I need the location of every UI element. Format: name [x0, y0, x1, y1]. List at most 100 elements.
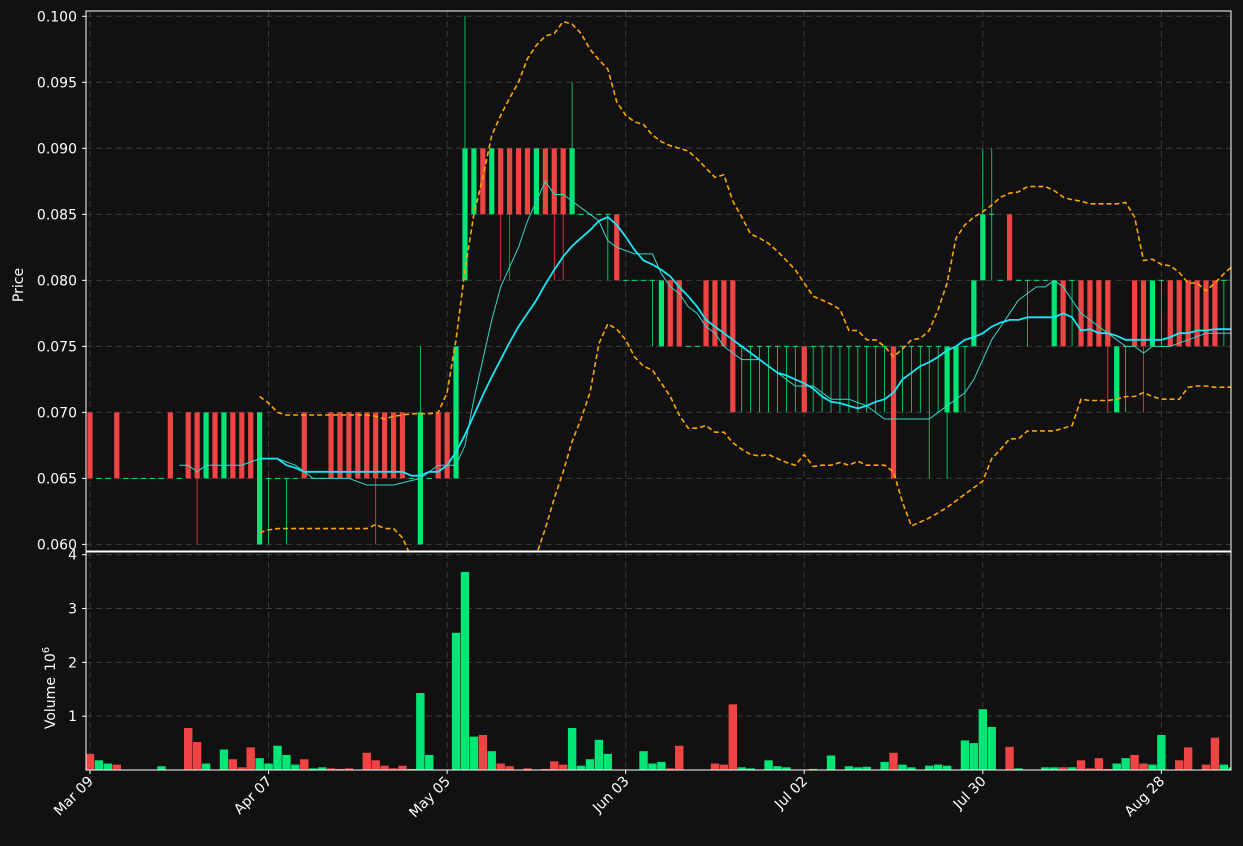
price-tick-label: 0.100 [37, 9, 77, 25]
candle-body [551, 148, 557, 215]
volume-bar [978, 709, 987, 770]
candle [230, 412, 236, 479]
candle-body [1105, 280, 1111, 347]
candle [167, 412, 173, 479]
candle [1212, 280, 1218, 347]
candle-body [1212, 280, 1218, 347]
candle-body [480, 148, 486, 215]
volume-bar [103, 763, 113, 770]
volume-bar [567, 728, 577, 770]
candle-body [560, 148, 566, 215]
candle [480, 148, 486, 215]
candle [1149, 280, 1156, 347]
candle-body [507, 148, 513, 215]
candle-body [524, 148, 531, 215]
candle-body [257, 412, 263, 545]
candle-body [498, 148, 504, 215]
volume-bar [219, 749, 229, 770]
volume-bar [889, 752, 898, 770]
volume-bar [246, 747, 255, 770]
volume-bar [987, 726, 996, 770]
candle [515, 148, 522, 215]
volume-bar [558, 764, 568, 770]
volume-bar [719, 764, 729, 770]
candle [399, 412, 406, 479]
volume-bar [505, 766, 514, 770]
candle-body [1096, 280, 1102, 347]
volume-bar [1219, 764, 1229, 770]
candle [114, 412, 120, 479]
volume-tick-label: 3 [68, 602, 77, 618]
volume-bar [478, 735, 488, 770]
candle [801, 346, 807, 413]
candle [453, 346, 459, 479]
candle-body [399, 412, 406, 479]
volume-bar [1076, 760, 1086, 770]
volume-bar [728, 704, 738, 770]
volume-bar [94, 760, 104, 770]
candle-body [980, 214, 986, 281]
price-axis-label: Price [11, 268, 27, 302]
volume-bar [1130, 754, 1139, 770]
candle-body [703, 280, 709, 347]
candle-body [1087, 280, 1093, 347]
candle [355, 412, 361, 479]
candle-body [167, 412, 173, 479]
volume-bar [291, 764, 300, 770]
volume-bar [639, 751, 648, 770]
volume-bar [1175, 760, 1184, 770]
candle [390, 412, 397, 479]
candle [730, 280, 736, 413]
volume-bar [594, 739, 604, 770]
candle-body [328, 412, 334, 479]
candle-body [382, 412, 388, 479]
volume-bar [1139, 763, 1148, 770]
candle-body [453, 346, 459, 479]
volume-bar [648, 763, 657, 770]
candle-body [114, 412, 120, 479]
candle-body [1140, 280, 1147, 347]
candle-body [87, 412, 93, 479]
candle [667, 280, 673, 347]
candle-body [346, 412, 352, 479]
candle-body [515, 148, 522, 215]
candle [471, 148, 477, 215]
candle-body [1176, 280, 1182, 347]
volume-bar [675, 745, 684, 770]
candle [1096, 280, 1102, 347]
candle-body [489, 148, 495, 215]
candle [301, 412, 307, 479]
candle [1087, 280, 1093, 347]
volume-bar [710, 763, 720, 770]
candle [658, 280, 664, 347]
candle-body [1131, 280, 1138, 347]
candle [721, 280, 727, 347]
volume-bar [487, 751, 496, 770]
candle [489, 148, 495, 215]
candle [676, 280, 682, 347]
candle-body [1149, 280, 1156, 347]
volume-bar [1183, 747, 1193, 770]
candle [1006, 214, 1013, 281]
candle [703, 280, 709, 347]
candle [444, 412, 450, 479]
price-tick-label: 0.070 [37, 405, 77, 421]
candle-body [221, 412, 227, 479]
volume-bar [657, 761, 666, 770]
volume-bar [398, 765, 407, 770]
candle [203, 412, 209, 479]
candle-body [730, 280, 736, 413]
candle-body [373, 412, 379, 479]
volume-bar [425, 754, 434, 770]
volume-bar [925, 765, 934, 770]
volume-bar [1005, 746, 1014, 770]
volume-multiplier: 10 [43, 653, 59, 671]
volume-bar [603, 753, 613, 770]
volume-bar [585, 759, 595, 770]
candle [1114, 346, 1120, 413]
candle-body [676, 280, 682, 347]
candle-body [721, 280, 727, 347]
candle-body [355, 412, 361, 479]
price-tick-label: 0.085 [37, 207, 77, 223]
candle-body [301, 412, 307, 479]
